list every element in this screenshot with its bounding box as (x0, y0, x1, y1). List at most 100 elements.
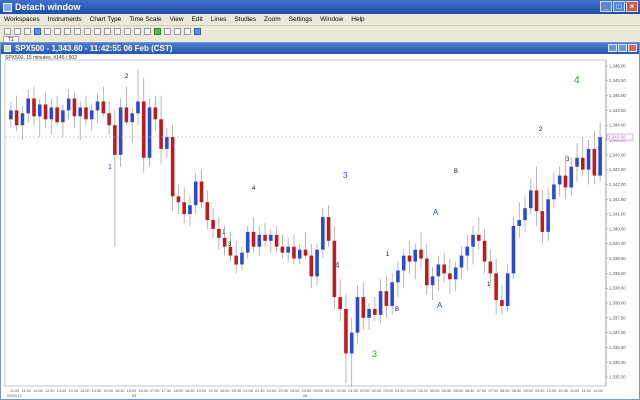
y-tick-label: 1,336.00 (609, 360, 626, 365)
x-tick-label: 12:30 (45, 389, 55, 393)
candle-up (257, 234, 262, 247)
x-tick-label: 19:00 (197, 389, 207, 393)
x-tick-label: 21:30 (255, 389, 265, 393)
candle-down (228, 246, 233, 256)
menu-workspaces[interactable]: Workspaces (0, 16, 44, 23)
delete-icon[interactable] (164, 27, 171, 35)
candle-down (442, 264, 446, 274)
candle-down (425, 258, 429, 286)
maximize-button[interactable]: □ (613, 1, 625, 12)
candle-up (465, 246, 470, 256)
price-chart[interactable]: 1,346.00 1,345.50 1,345.00 1,344.50 1,344.00… (0, 42, 640, 400)
y-tick-label: 1,339.50 (609, 256, 626, 261)
trendline-icon[interactable] (84, 27, 91, 35)
y-tick-label: 1,345.00 (609, 93, 626, 98)
candle-up (401, 255, 406, 271)
y-tick-label: 1,338.00 (609, 301, 626, 306)
candle-down (55, 107, 59, 123)
candle-up (188, 205, 192, 215)
candle-up (586, 148, 591, 170)
x-tick-label: 11:30 (22, 389, 31, 393)
wave-label: 3 (343, 171, 348, 180)
x-tick-label: 14:30 (92, 389, 102, 393)
y-tick-label: 1,343.00 (609, 152, 626, 157)
candle-down (141, 101, 146, 158)
candle-up (66, 98, 71, 111)
x-tick-label: 11:00 (570, 389, 579, 393)
candle-up (95, 101, 100, 111)
menu-window[interactable]: Window (316, 16, 347, 23)
candle-down (563, 175, 568, 188)
fibonacci-icon[interactable] (124, 27, 131, 35)
candle-down (274, 234, 279, 247)
candle-up (297, 249, 302, 259)
x-tick-label: 15:00 (103, 389, 113, 393)
zoom-in-icon[interactable] (174, 27, 181, 35)
x-tick-label: 10:30 (558, 389, 568, 393)
x-tick-label: 15:30 (115, 389, 125, 393)
candle-down (326, 217, 331, 241)
candle-down (309, 255, 314, 277)
candle-down (407, 255, 412, 262)
bar-chart-icon[interactable] (44, 27, 51, 35)
y-tick-label: 1,335.50 (609, 375, 626, 380)
x-date-label: 06 (303, 394, 307, 398)
y-tick-label: 1,340.50 (609, 226, 626, 231)
vline-icon[interactable] (104, 27, 111, 35)
search-icon[interactable] (194, 27, 201, 35)
x-tick-label: 20:00 (220, 389, 230, 393)
close-button[interactable]: × (626, 1, 638, 12)
candle-down (205, 202, 210, 221)
candle-up (269, 234, 273, 241)
y-tick-label: 1,344.00 (609, 123, 626, 128)
crosshair-icon[interactable] (74, 27, 81, 35)
candle-down (107, 113, 111, 126)
x-tick-label: 11:00 (10, 389, 19, 393)
candle-up (459, 255, 464, 268)
candle-chart-icon[interactable] (34, 27, 41, 35)
text-icon[interactable] (134, 27, 141, 35)
candle-down (32, 98, 36, 117)
new-icon[interactable] (4, 27, 11, 35)
menu-help[interactable]: Help (347, 16, 368, 23)
candle-up (511, 225, 516, 274)
y-tick-label: 1,345.50 (609, 78, 626, 83)
menu-view[interactable]: View (166, 16, 188, 23)
x-tick-label: 04:30 (418, 389, 428, 393)
menu-settings[interactable]: Settings (285, 16, 317, 23)
arrow-icon[interactable] (144, 27, 151, 35)
candle-up (505, 273, 510, 306)
candle-down (534, 190, 539, 212)
wave-label: B (395, 307, 399, 313)
x-tick-label: 16:30 (138, 389, 148, 393)
x-tick-label: 02:30 (372, 389, 382, 393)
menu-studies[interactable]: Studies (230, 16, 260, 23)
x-tick-label: 14:00 (80, 389, 90, 393)
line-chart-icon[interactable] (54, 27, 61, 35)
candle-up (130, 113, 134, 123)
menu-instruments[interactable]: Instruments (44, 16, 86, 23)
candle-down (153, 107, 158, 120)
x-tick-label: 05:30 (442, 389, 452, 393)
candle-up (378, 291, 383, 315)
open-icon[interactable] (14, 27, 21, 35)
x-tick-label: 19:30 (208, 389, 218, 393)
minimize-button[interactable]: _ (600, 1, 612, 12)
indicator-icon[interactable] (154, 27, 161, 35)
print-icon[interactable] (24, 27, 31, 35)
zoom-out-icon[interactable] (184, 27, 191, 35)
cursor-icon[interactable] (64, 27, 71, 35)
candle-up (390, 282, 394, 306)
candle-down (176, 196, 181, 203)
menu-lines[interactable]: Lines (207, 16, 231, 23)
candle-down (84, 107, 88, 120)
menu-chart-type[interactable]: Chart Type (86, 16, 126, 23)
x-tick-label: 12:00 (593, 389, 603, 393)
menu-edit[interactable]: Edit (188, 16, 207, 23)
menu-time-scale[interactable]: Time Scale (125, 16, 165, 23)
candle-up (436, 264, 441, 277)
channel-icon[interactable] (114, 27, 121, 35)
candle-down (72, 98, 77, 117)
menu-zoom[interactable]: Zoom (260, 16, 285, 23)
hline-icon[interactable] (94, 27, 101, 35)
